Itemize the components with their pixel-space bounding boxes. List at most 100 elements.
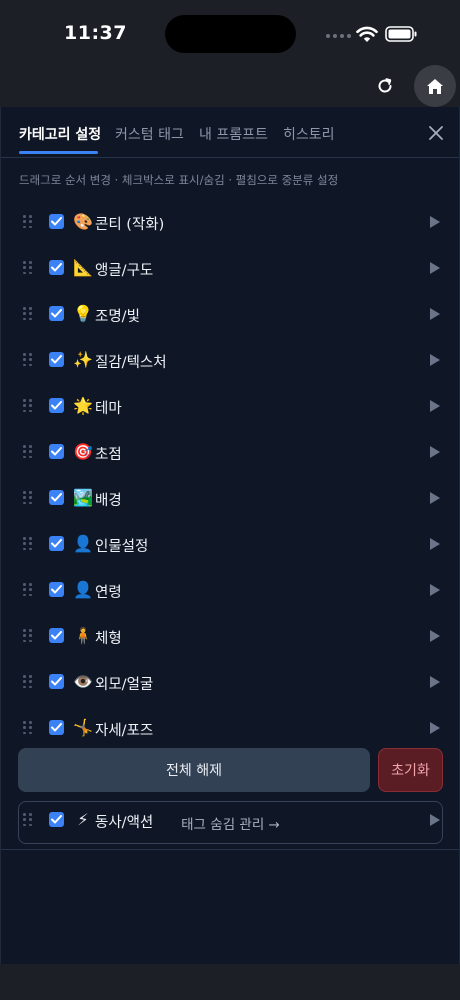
visibility-checkbox[interactable] — [49, 444, 64, 459]
instruction-hint: 드래그로 순서 변경 · 체크박스로 표시/숨김 · 펼침으로 중분류 설정 — [19, 173, 339, 187]
drag-handle-icon[interactable] — [23, 721, 33, 735]
visibility-checkbox[interactable] — [49, 674, 64, 689]
status-bar: 11:37 — [0, 0, 460, 62]
category-label: 앵글/구도 — [95, 263, 154, 279]
tab-history[interactable]: 히스토리 — [283, 124, 335, 144]
close-button[interactable] — [424, 121, 448, 145]
drag-handle-icon[interactable] — [23, 399, 33, 413]
expand-arrow-icon[interactable] — [430, 400, 440, 412]
category-emoji-icon: 👁️ — [73, 672, 93, 691]
category-emoji-icon: 🌟 — [73, 396, 93, 415]
drag-handle-icon[interactable] — [23, 445, 33, 459]
category-row[interactable]: 🎯 초점 — [1, 429, 459, 475]
drag-handle-icon[interactable] — [23, 307, 33, 321]
cellular-signal-icon — [326, 34, 351, 38]
category-list: 🎨 콘티 (작화) 📐 앵글/구도 💡 조명/빛 ✨ 질감/텍스처 🌟 테마 🎯 초점 🏞️ 배경 👤 인물설… — [1, 199, 459, 843]
category-emoji-icon: 🎯 — [73, 442, 93, 461]
category-emoji-icon: 🤸 — [73, 718, 93, 737]
manage-hidden-tags-button[interactable]: 태그 숨김 관리 → — [18, 801, 443, 844]
visibility-checkbox[interactable] — [49, 352, 64, 367]
deselect-all-button[interactable]: 전체 해제 — [18, 748, 370, 792]
dynamic-island — [165, 15, 296, 53]
category-label: 초점 — [95, 447, 122, 463]
checkmark-icon — [51, 447, 62, 456]
category-emoji-icon: 🧍 — [73, 626, 93, 645]
drag-handle-icon[interactable] — [23, 215, 33, 229]
checkmark-icon — [51, 631, 62, 640]
expand-arrow-icon[interactable] — [430, 492, 440, 504]
checkmark-icon — [51, 263, 62, 272]
visibility-checkbox[interactable] — [49, 260, 64, 275]
checkmark-icon — [51, 217, 62, 226]
visibility-checkbox[interactable] — [49, 214, 64, 229]
category-row[interactable]: 🏞️ 배경 — [1, 475, 459, 521]
checkmark-icon — [51, 723, 62, 732]
expand-arrow-icon[interactable] — [430, 216, 440, 228]
visibility-checkbox[interactable] — [49, 628, 64, 643]
category-label: 테마 — [95, 401, 122, 417]
tab-category-settings[interactable]: 카테고리 설정 — [19, 124, 101, 144]
expand-arrow-icon[interactable] — [430, 262, 440, 274]
category-emoji-icon: 🏞️ — [73, 488, 93, 507]
expand-arrow-icon[interactable] — [430, 584, 440, 596]
category-row[interactable]: 👤 연령 — [1, 567, 459, 613]
checkmark-icon — [51, 355, 62, 364]
category-label: 자세/포즈 — [95, 723, 154, 739]
category-label: 인물설정 — [95, 539, 149, 555]
category-row[interactable]: 👁️ 외모/얼굴 — [1, 659, 459, 705]
expand-arrow-icon[interactable] — [430, 630, 440, 642]
checkmark-icon — [51, 401, 62, 410]
drag-handle-icon[interactable] — [23, 583, 33, 597]
category-label: 질감/텍스처 — [95, 355, 167, 371]
category-emoji-icon: 🎨 — [73, 212, 93, 231]
refresh-button[interactable] — [370, 70, 400, 102]
battery-icon — [385, 26, 417, 42]
refresh-icon — [378, 78, 392, 93]
drag-handle-icon[interactable] — [23, 261, 33, 275]
expand-arrow-icon[interactable] — [430, 308, 440, 320]
category-emoji-icon: 👤 — [73, 580, 93, 599]
drag-handle-icon[interactable] — [23, 629, 33, 643]
expand-arrow-icon[interactable] — [430, 722, 440, 734]
drag-handle-icon[interactable] — [23, 491, 33, 505]
category-row[interactable]: 🤸 자세/포즈 — [1, 705, 459, 751]
visibility-checkbox[interactable] — [49, 398, 64, 413]
category-row[interactable]: 🧍 체형 — [1, 613, 459, 659]
category-row[interactable]: 💡 조명/빛 — [1, 291, 459, 337]
category-row[interactable]: 🌟 테마 — [1, 383, 459, 429]
status-time: 11:37 — [64, 22, 127, 44]
checkmark-icon — [51, 493, 62, 502]
category-row[interactable]: 🎨 콘티 (작화) — [1, 199, 459, 245]
category-label: 체형 — [95, 631, 122, 647]
reset-button[interactable]: 초기화 — [378, 748, 443, 792]
category-row[interactable]: ✨ 질감/텍스처 — [1, 337, 459, 383]
home-button[interactable] — [414, 65, 456, 107]
category-label: 조명/빛 — [95, 309, 140, 325]
expand-arrow-icon[interactable] — [430, 538, 440, 550]
expand-arrow-icon[interactable] — [430, 676, 440, 688]
visibility-checkbox[interactable] — [49, 536, 64, 551]
category-row[interactable]: 👤 인물설정 — [1, 521, 459, 567]
drag-handle-icon[interactable] — [23, 537, 33, 551]
category-label: 연령 — [95, 585, 122, 601]
visibility-checkbox[interactable] — [49, 720, 64, 735]
category-label: 콘티 (작화) — [95, 217, 165, 233]
visibility-checkbox[interactable] — [49, 490, 64, 505]
category-label: 배경 — [95, 493, 122, 509]
checkmark-icon — [51, 585, 62, 594]
tab-my-prompts[interactable]: 내 프롬프트 — [199, 124, 268, 144]
drag-handle-icon[interactable] — [23, 675, 33, 689]
expand-arrow-icon[interactable] — [430, 446, 440, 458]
checkmark-icon — [51, 309, 62, 318]
tab-custom-tags[interactable]: 커스텀 태그 — [115, 124, 184, 144]
tab-bar: 카테고리 설정 커스텀 태그 내 프롬프트 히스토리 — [1, 107, 459, 158]
drag-handle-icon[interactable] — [23, 353, 33, 367]
home-icon — [427, 78, 443, 94]
visibility-checkbox[interactable] — [49, 306, 64, 321]
expand-arrow-icon[interactable] — [430, 354, 440, 366]
bottom-safe-area — [0, 964, 460, 1000]
category-row[interactable]: 📐 앵글/구도 — [1, 245, 459, 291]
close-icon — [429, 126, 443, 140]
visibility-checkbox[interactable] — [49, 582, 64, 597]
wifi-icon — [356, 26, 378, 42]
